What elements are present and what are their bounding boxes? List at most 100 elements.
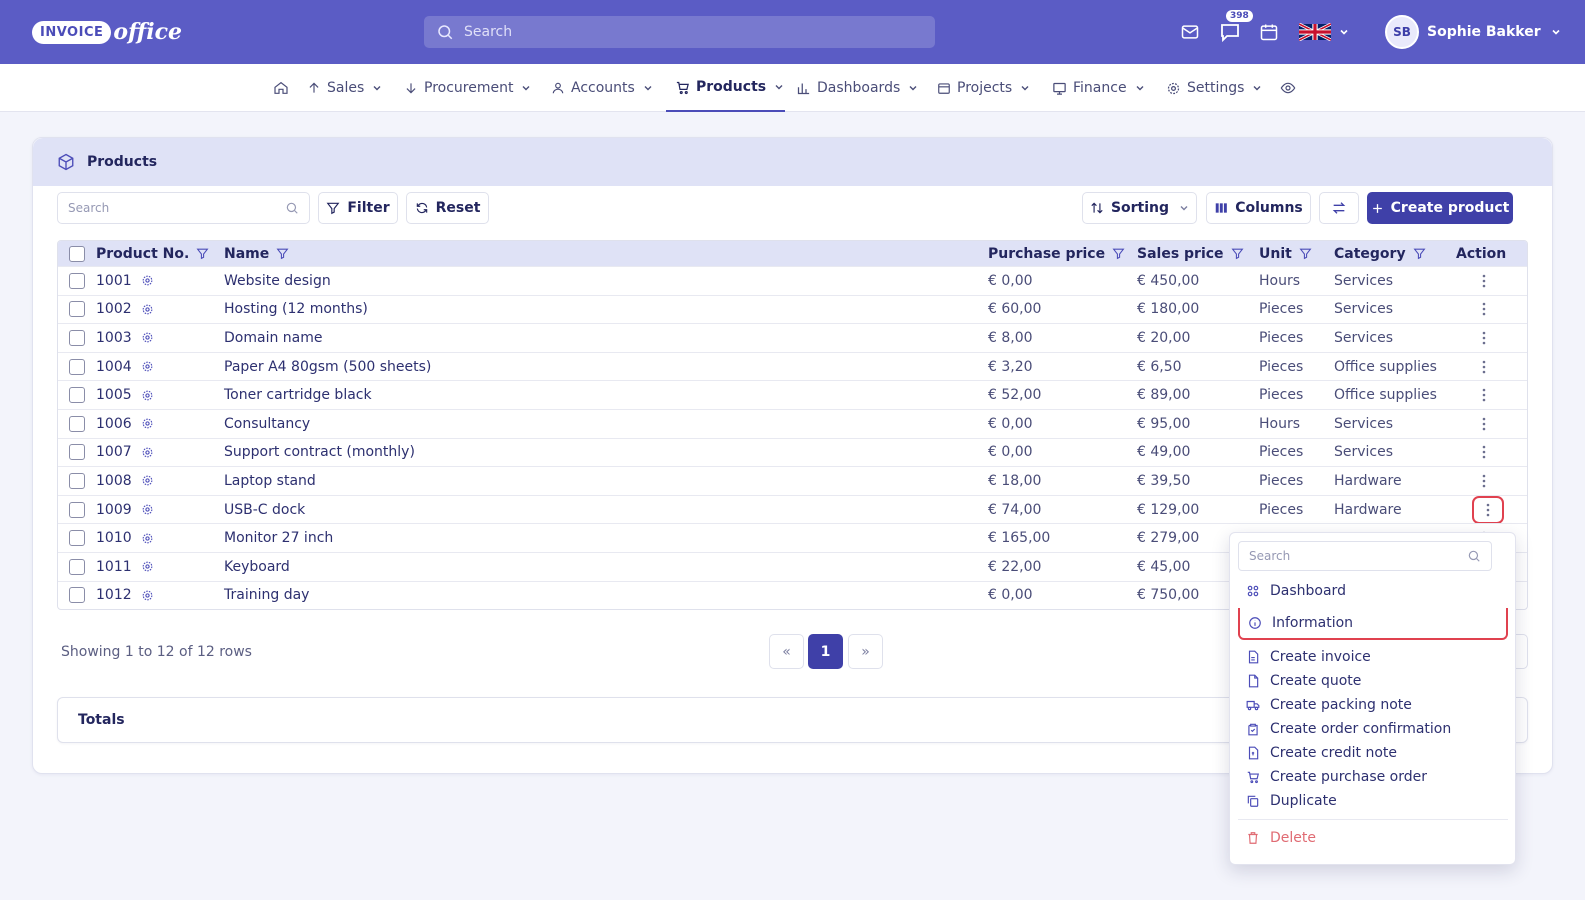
product-name[interactable]: Laptop stand <box>224 467 316 495</box>
nav-procurement[interactable]: Procurement <box>404 64 531 112</box>
nav-accounts[interactable]: Accounts <box>551 64 653 112</box>
menu-item-dashboard[interactable]: Dashboard <box>1238 579 1508 603</box>
row-checkbox[interactable] <box>69 587 85 604</box>
product-name[interactable]: Training day <box>224 582 309 610</box>
menu-item-create-credit-note[interactable]: Create credit note <box>1238 741 1508 765</box>
row-checkbox[interactable] <box>69 444 85 461</box>
gear-icon[interactable] <box>141 331 154 344</box>
nav-finance[interactable]: Finance <box>1052 64 1145 112</box>
nav-settings[interactable]: Settings <box>1166 64 1262 112</box>
product-name[interactable]: Hosting (12 months) <box>224 296 368 324</box>
product-name[interactable]: Keyboard <box>224 553 290 581</box>
gear-icon[interactable] <box>141 274 154 287</box>
mail-icon[interactable] <box>1180 16 1200 48</box>
nav-projects[interactable]: Projects <box>937 64 1030 112</box>
menu-item-duplicate[interactable]: Duplicate <box>1238 789 1508 813</box>
select-all-checkbox[interactable] <box>69 245 85 262</box>
user-menu[interactable]: SB Sophie Bakker <box>1385 15 1561 49</box>
table-row[interactable]: 1006 Consultancy € 0,00 € 95,00 Hours Service… <box>58 408 1527 438</box>
table-row[interactable]: 1007 Support contract (monthly) € 0,00 € 49… <box>58 437 1527 467</box>
table-row[interactable]: 1001 Website design € 0,00 € 450,00 Hours Ser… <box>58 266 1527 295</box>
product-no-cell[interactable]: 1010 <box>96 524 154 552</box>
product-no-cell[interactable]: 1006 <box>96 410 154 438</box>
filter-button[interactable]: Filter <box>318 192 398 224</box>
product-name[interactable]: Toner cartridge black <box>224 381 372 409</box>
reset-button[interactable]: Reset <box>406 192 489 224</box>
gear-icon[interactable] <box>141 360 154 373</box>
gear-icon[interactable] <box>141 503 154 516</box>
product-name[interactable]: USB-C dock <box>224 496 305 524</box>
columns-button[interactable]: Columns <box>1206 192 1311 224</box>
table-search-input[interactable]: Search <box>57 192 310 224</box>
row-checkbox[interactable] <box>69 415 85 432</box>
gear-icon[interactable] <box>141 532 154 545</box>
product-name[interactable]: Website design <box>224 267 331 295</box>
column-header-unit[interactable]: Unit <box>1259 241 1312 266</box>
global-search-input[interactable]: Search <box>424 16 935 48</box>
product-no-cell[interactable]: 1012 <box>96 582 154 610</box>
filter-icon[interactable] <box>1299 247 1312 260</box>
nav-products[interactable]: Products <box>666 64 785 112</box>
product-name[interactable]: Paper A4 80gsm (500 sheets) <box>224 353 431 381</box>
table-row[interactable]: 1009 USB-C dock € 74,00 € 129,00 Pieces Hardw… <box>58 494 1527 524</box>
row-checkbox[interactable] <box>69 272 85 289</box>
menu-item-create-invoice[interactable]: Create invoice <box>1238 645 1508 669</box>
product-no-cell[interactable]: 1004 <box>96 353 154 381</box>
kebab-icon[interactable] <box>1482 274 1486 288</box>
sorting-dropdown[interactable]: Sorting <box>1082 192 1197 224</box>
product-no-cell[interactable]: 1011 <box>96 553 154 581</box>
product-no-cell[interactable]: 1001 <box>96 267 154 295</box>
kebab-icon[interactable] <box>1482 302 1486 316</box>
kebab-icon[interactable] <box>1482 417 1486 431</box>
row-checkbox[interactable] <box>69 530 85 547</box>
column-header-category[interactable]: Category <box>1334 241 1426 266</box>
kebab-icon[interactable] <box>1482 445 1486 459</box>
product-no-cell[interactable]: 1005 <box>96 381 154 409</box>
row-checkbox[interactable] <box>69 472 85 489</box>
previous-page-button[interactable]: « <box>769 634 804 669</box>
filter-icon[interactable] <box>276 247 289 260</box>
product-no-cell[interactable]: 1009 <box>96 496 154 524</box>
nav-sales[interactable]: Sales <box>307 64 382 112</box>
menu-item-information[interactable]: Information <box>1238 608 1508 640</box>
gear-icon[interactable] <box>141 389 154 402</box>
gear-icon[interactable] <box>141 560 154 573</box>
app-logo[interactable]: INVOICE office <box>32 14 182 50</box>
row-checkbox[interactable] <box>69 301 85 318</box>
calendar-icon[interactable] <box>1259 16 1279 48</box>
row-checkbox[interactable] <box>69 501 85 518</box>
eye-icon[interactable] <box>1280 64 1296 112</box>
gear-icon[interactable] <box>141 417 154 430</box>
kebab-icon[interactable] <box>1482 360 1486 374</box>
product-name[interactable]: Monitor 27 inch <box>224 524 333 552</box>
page-button-current[interactable]: 1 <box>808 634 843 669</box>
language-selector[interactable] <box>1299 16 1349 48</box>
swap-button[interactable] <box>1319 192 1359 224</box>
filter-icon[interactable] <box>1112 247 1125 260</box>
column-header-purchase-price[interactable]: Purchase price <box>988 241 1125 266</box>
kebab-icon[interactable] <box>1482 331 1486 345</box>
table-row[interactable]: 1008 Laptop stand € 18,00 € 39,50 Pieces Hard… <box>58 466 1527 495</box>
menu-search-input[interactable]: Search <box>1238 541 1492 571</box>
column-header-product-no[interactable]: Product No. <box>96 241 209 266</box>
table-row[interactable]: 1002 Hosting (12 months) € 60,00 € 180,00 Pi… <box>58 294 1527 324</box>
product-no-cell[interactable]: 1008 <box>96 467 154 495</box>
nav-dashboards[interactable]: Dashboards <box>796 64 918 112</box>
kebab-icon[interactable] <box>1482 388 1486 402</box>
filter-icon[interactable] <box>196 247 209 260</box>
gear-icon[interactable] <box>141 474 154 487</box>
menu-item-create-order-confirmation[interactable]: Create order confirmation <box>1238 717 1508 741</box>
row-actions-button-open[interactable] <box>1472 495 1504 524</box>
product-name[interactable]: Consultancy <box>224 410 310 438</box>
row-checkbox[interactable] <box>69 329 85 346</box>
column-header-sales-price[interactable]: Sales price <box>1137 241 1244 266</box>
gear-icon[interactable] <box>141 303 154 316</box>
product-name[interactable]: Support contract (monthly) <box>224 439 415 467</box>
menu-item-create-quote[interactable]: Create quote <box>1238 669 1508 693</box>
create-product-button[interactable]: Create product <box>1367 192 1513 224</box>
kebab-icon[interactable] <box>1482 474 1486 488</box>
table-row[interactable]: 1003 Domain name € 8,00 € 20,00 Pieces Servic… <box>58 323 1527 352</box>
filter-icon[interactable] <box>1413 247 1426 260</box>
menu-item-delete[interactable]: Delete <box>1238 826 1508 850</box>
product-no-cell[interactable]: 1003 <box>96 324 154 352</box>
